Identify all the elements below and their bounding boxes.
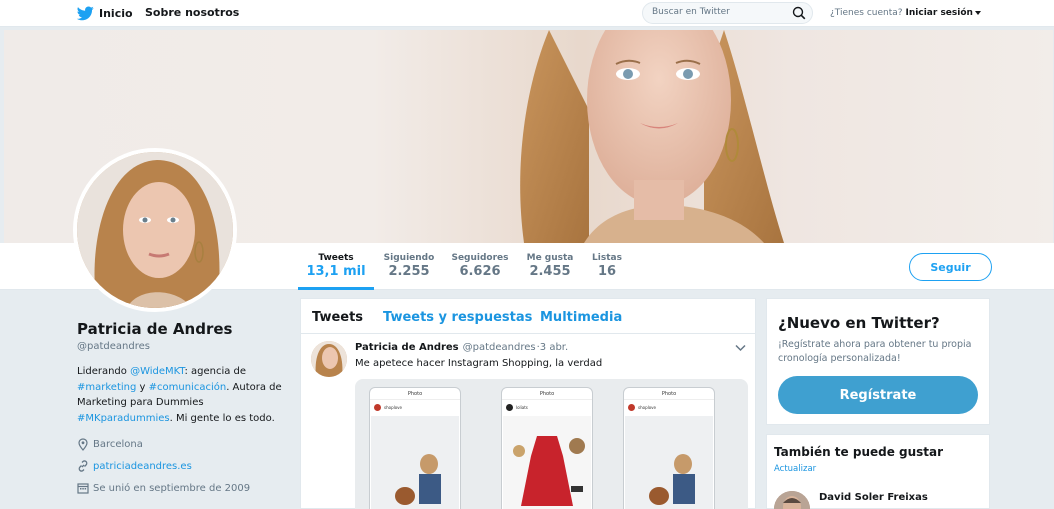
bio-text: y (136, 381, 149, 393)
stat-label: Seguidores (451, 253, 509, 263)
tweet-timestamp[interactable]: ·3 abr. (537, 342, 569, 353)
who-to-follow-title: También te puede gustar (774, 445, 944, 459)
stat-likes[interactable]: Me gusta 2.455 (522, 253, 578, 279)
account-area: ¿Tienes cuenta? Iniciar sesión (830, 8, 981, 18)
tweet-text: Me apetece hacer Instagram Shopping, la … (355, 358, 603, 369)
search-box (642, 2, 813, 24)
website-link[interactable]: patriciadeandres.es (93, 461, 192, 472)
signup-button[interactable]: Regístrate (778, 376, 978, 414)
tweet-header: Patricia de Andres @patdeandres ·3 abr. (355, 342, 568, 353)
profile-bio: Liderando @WideMKT: agencia de #marketin… (77, 364, 297, 426)
home-label: Inicio (99, 7, 133, 20)
stat-lists[interactable]: Listas 16 (590, 253, 624, 279)
signup-card: ¿Nuevo en Twitter? ¡Regístrate ahora par… (766, 298, 990, 425)
profile-handle[interactable]: @patdeandres (77, 341, 150, 352)
phone-header: Photo (370, 388, 460, 400)
phone-user: shoplove (374, 404, 402, 411)
refresh-link[interactable]: Actualizar (774, 464, 816, 474)
phone-photo (625, 416, 713, 509)
phone-user: loliats (506, 404, 528, 411)
suggested-user-avatar[interactable] (774, 491, 810, 509)
stat-followers[interactable]: Seguidores 6.626 (449, 253, 511, 279)
who-to-follow-card: También te puede gustar Actualizar David… (766, 434, 990, 509)
phone-user: shoplove (628, 404, 656, 411)
tab-tweets[interactable]: Tweets (312, 310, 363, 325)
about-link[interactable]: Sobre nosotros (145, 6, 239, 19)
bio-text: Liderando (77, 366, 131, 377)
location-pin-icon (78, 438, 88, 451)
stat-label: Tweets (318, 253, 354, 263)
hashtag-link[interactable]: #MKparadummies (77, 413, 170, 424)
avatar-portrait-image (77, 152, 233, 308)
follow-button[interactable]: Seguir (909, 253, 992, 281)
calendar-icon (77, 483, 89, 494)
stat-value: 13,1 mil (306, 264, 366, 279)
phone-photo (503, 416, 591, 509)
tweet-author-name[interactable]: Patricia de Andres (355, 342, 459, 353)
search-input[interactable] (652, 7, 787, 17)
phone-header: Photo (624, 388, 714, 400)
website-row: patriciadeandres.es (77, 460, 192, 472)
stat-value: 2.255 (388, 264, 430, 279)
tweet-avatar-image (311, 341, 347, 377)
about-label: Sobre nosotros (145, 6, 240, 19)
hashtag-link[interactable]: #marketing (77, 382, 136, 393)
phone-mockup: Photo shoplove (369, 387, 461, 509)
hashtag-link[interactable]: #comunicación (149, 382, 227, 393)
home-link[interactable]: Inicio (77, 6, 133, 21)
stat-following[interactable]: Siguiendo 2.255 (378, 253, 440, 279)
stat-value: 2.455 (529, 264, 571, 279)
twitter-bird-icon (77, 6, 94, 21)
active-tab-indicator (298, 287, 374, 290)
mention-link[interactable]: @WideMKT (130, 366, 184, 377)
bio-text: . Mi gente lo es todo. (169, 412, 275, 424)
account-question: ¿Tienes cuenta? (830, 8, 903, 18)
location-text: Barcelona (93, 439, 143, 450)
tweet-author-handle[interactable]: @patdeandres (463, 342, 536, 353)
bio-text: : agencia de (184, 366, 247, 377)
phone-header: Photo (502, 388, 592, 400)
joined-row: Se unió en septiembre de 2009 (77, 482, 250, 494)
tab-media[interactable]: Multimedia (540, 310, 622, 325)
phone-photo (371, 416, 459, 509)
stat-value: 16 (597, 264, 617, 279)
profile-avatar[interactable] (73, 148, 237, 312)
top-navigation: Inicio Sobre nosotros ¿Tienes cuenta? In… (0, 0, 1054, 27)
stat-label: Me gusta (526, 253, 574, 263)
tab-tweets-and-replies[interactable]: Tweets y respuestas (383, 310, 532, 325)
phone-mockup: Photo shoplove (623, 387, 715, 509)
phone-mockup: Photo loliats (501, 387, 593, 509)
signup-description: ¡Regístrate ahora para obtener tu propia… (778, 339, 972, 364)
tweet-author-avatar[interactable] (311, 341, 347, 377)
suggested-user-name[interactable]: David Soler Freixas (819, 492, 928, 503)
suggested-avatar-image (774, 491, 810, 509)
chevron-down-icon[interactable] (735, 344, 746, 352)
search-icon[interactable] (792, 6, 806, 20)
chevron-down-icon[interactable] (974, 11, 981, 15)
profile-name[interactable]: Patricia de Andres (77, 320, 232, 338)
stat-label: Listas (592, 253, 622, 263)
link-icon (78, 460, 88, 472)
stat-label: Siguiendo (383, 253, 435, 263)
location-row: Barcelona (77, 438, 143, 451)
stat-tweets[interactable]: Tweets 13,1 mil (298, 253, 374, 279)
tweet-media[interactable]: Photo shoplove Photo loliats Photo shopl… (355, 379, 748, 509)
stat-value: 6.626 (459, 264, 501, 279)
login-link[interactable]: Iniciar sesión (906, 8, 973, 18)
timeline: Tweets Tweets y respuestas Multimedia Pa… (300, 298, 756, 509)
timeline-tabs: Tweets Tweets y respuestas Multimedia (301, 299, 755, 334)
joined-text: Se unió en septiembre de 2009 (93, 482, 251, 494)
signup-title: ¿Nuevo en Twitter? (778, 314, 940, 332)
